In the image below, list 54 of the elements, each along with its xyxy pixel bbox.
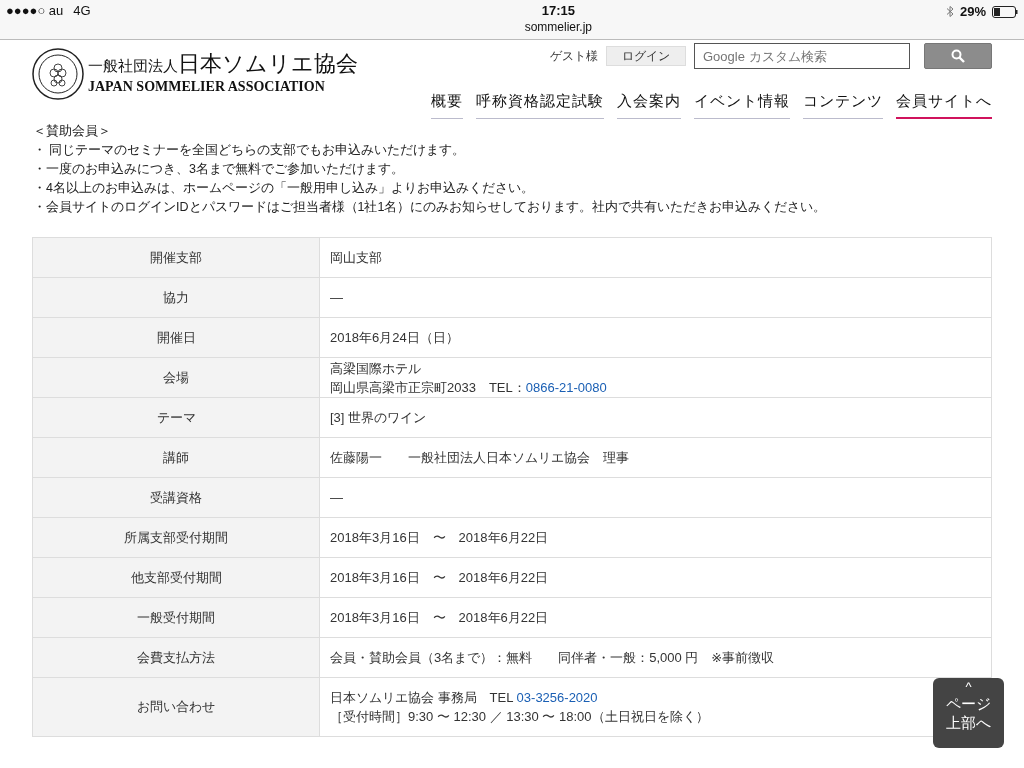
row-label: 講師 — [33, 438, 320, 477]
nav-link[interactable]: イベント情報 — [694, 92, 790, 119]
phone-link[interactable]: 0866-21-0080 — [525, 379, 607, 395]
battery-percent: 29% — [959, 4, 986, 19]
nav-link[interactable]: 入会案内 — [617, 92, 681, 119]
bluetooth-icon — [945, 5, 954, 18]
note-text: ・会員サイトのログインIDとパスワードはご担当者様（1社1名）にのみお知らせしております。社内で共有いただきお申込みください。 — [33, 199, 828, 216]
carrier: ●●●●○ au — [6, 3, 64, 18]
login-button[interactable]: ログイン — [606, 46, 686, 66]
battery-icon — [992, 5, 1018, 18]
row-value: 佐藤陽一 一般社団法人日本ソムリエ協会 理事 — [329, 449, 630, 467]
row-value: 2018年6月24日（日） — [329, 329, 460, 347]
row-value: 会員・賛助会員（3名まで）：無料 同伴者・一般：5,000 円 ※事前徴収 — [329, 649, 776, 667]
clock: 17:15 — [541, 3, 575, 18]
logo-title: 日本ソムリエ協会 — [178, 51, 358, 76]
note-text: ・4名以上のお申込みは、ホームページの「一般用申し込み」よりお申込みください。 — [33, 180, 535, 197]
guest-label: ゲスト様 — [550, 47, 598, 65]
row-value: — — [329, 489, 344, 507]
note-text: ・一度のお申込みにつき、3名まで無料でご参加いただけます。 — [33, 161, 405, 178]
row-label: 会費支払方法 — [33, 638, 320, 677]
page-top-button[interactable]: ^ ページ上部へ — [933, 678, 1004, 748]
nav-link[interactable]: 概要 — [431, 92, 463, 119]
row-label: お問い合わせ — [33, 678, 320, 736]
row-value: 2018年3月16日 〜 2018年6月22日 — [329, 529, 550, 547]
row-value: 2018年3月16日 〜 2018年6月22日 — [329, 569, 550, 587]
row-value: 高梁国際ホテル 岡山県高梁市正宗町2033 TEL：0866-21-0080 — [329, 359, 608, 397]
nav-link[interactable]: 呼称資格認定試験 — [476, 92, 604, 119]
search-field[interactable]: Google カスタム検索 — [694, 43, 910, 69]
nav-link[interactable]: コンテンツ — [803, 92, 883, 119]
row-label: 所属支部受付期間 — [33, 518, 320, 557]
emblem-icon — [32, 48, 84, 100]
network-type: 4G — [73, 3, 91, 18]
row-value: [3] 世界のワイン — [329, 409, 428, 427]
notes-heading: ＜賛助会員＞ — [33, 123, 112, 140]
row-value: 日本ソムリエ協会 事務局 TEL 03-3256-2020 ［受付時間］9:30 〜 12:30 ／ 13:30 〜 18:00（土日祝日を除く） — [329, 689, 710, 726]
url-text[interactable]: sommelier.jp — [524, 20, 592, 34]
search-button[interactable] — [924, 43, 992, 69]
search-icon — [951, 49, 965, 63]
row-value: — — [329, 289, 344, 307]
row-label: 一般受付期間 — [33, 598, 320, 637]
row-label: 他支部受付期間 — [33, 558, 320, 597]
row-value: 岡山支部 — [329, 249, 383, 267]
logo-subtitle: 一般社団法人 — [88, 58, 178, 74]
row-label: 協力 — [33, 278, 320, 317]
row-value: 2018年3月16日 〜 2018年6月22日 — [329, 609, 550, 627]
phone-link[interactable]: 03-3256-2020 — [516, 690, 598, 705]
row-label: テーマ — [33, 398, 320, 437]
nav-link[interactable]: 会員サイトへ — [896, 92, 992, 119]
row-label: 開催日 — [33, 318, 320, 357]
note-text: ・ 同じテーマのセミナーを全国どちらの支部でもお申込みいただけます。 — [33, 142, 467, 159]
row-label: 会場 — [33, 358, 320, 397]
row-label: 開催支部 — [33, 238, 320, 277]
logo-english: JAPAN SOMMELIER ASSOCIATION — [88, 78, 326, 96]
row-label: 受講資格 — [33, 478, 320, 517]
